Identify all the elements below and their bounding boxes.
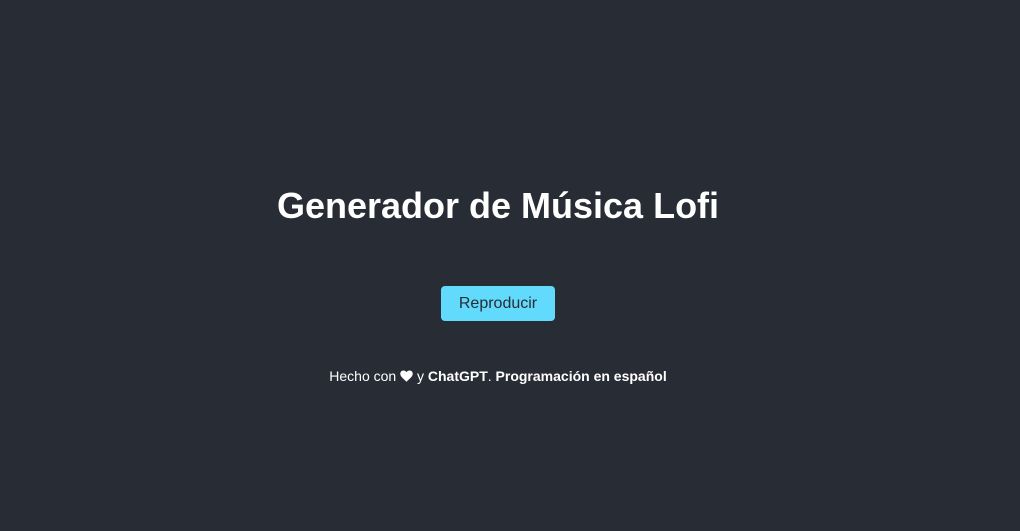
- footer-separator: .: [487, 368, 492, 384]
- app-container: Generador de Música Lofi Reproducir Hech…: [0, 0, 1020, 531]
- play-button[interactable]: Reproducir: [441, 286, 555, 321]
- heart-icon: [400, 367, 413, 387]
- footer: Hecho con y ChatGPT. Programación en esp…: [0, 366, 996, 387]
- footer-made-with-text: Hecho con: [329, 368, 397, 384]
- page-title: Generador de Música Lofi: [276, 185, 720, 226]
- footer-and-text: y: [416, 368, 424, 384]
- programacion-en-espanol-link[interactable]: Programación en español: [496, 368, 667, 384]
- chatgpt-link[interactable]: ChatGPT: [428, 368, 488, 384]
